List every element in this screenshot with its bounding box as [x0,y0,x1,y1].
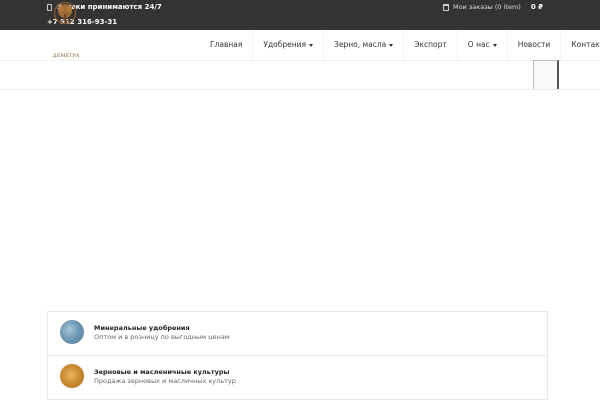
category-subtitle: Оптом и в розницу по выгодным ценам [94,333,230,341]
category-card-grain[interactable]: Зерновые и масленичные культуры Продажа … [48,356,547,399]
logo[interactable] [48,1,82,31]
category-card-fertilizers[interactable]: Минеральные удобрения Оптом и в розницу … [48,312,547,356]
cart-icon [442,3,449,11]
cart-label: Мои заказы (0 item) [452,3,521,11]
top-bar: Заявки принимаются 24/7 +7 912 316-93-31… [0,0,600,30]
nav-item-contacts[interactable]: Контакты [560,30,600,60]
nav-item-label: Новости [517,40,551,49]
category-title: Зерновые и масленичные культуры [94,368,230,376]
nav-item-fertilizers[interactable]: Удобрения [252,30,323,60]
nav-item-label: Экспорт [414,40,447,49]
main-nav: Главная Удобрения Зерно, масла Экспорт О… [200,30,600,60]
caret-down-icon [389,44,394,47]
fertilizer-image [60,320,84,344]
nav-item-export[interactable]: Экспорт [403,30,457,60]
logo-text: ДЕМЕТРА [52,53,80,59]
nav-item-news[interactable]: Новости [506,30,561,60]
nav-item-label: О нас [467,40,490,49]
nav-item-label: Удобрения [263,40,307,49]
search-toggle-button[interactable] [533,60,559,90]
nav-item-grain-oils[interactable]: Зерно, масла [323,30,403,60]
caret-down-icon [492,44,497,47]
header-divider [0,89,600,90]
grain-image [60,364,84,388]
nav-item-home[interactable]: Главная [200,30,252,60]
nav-item-about[interactable]: О нас [456,30,507,60]
category-list: Минеральные удобрения Оптом и в розницу … [47,311,548,400]
nav-item-label: Контакты [571,40,600,49]
nav-item-label: Главная [210,40,243,49]
category-subtitle: Продажа зерновых и масличных культур [94,377,236,385]
cart-link[interactable]: Мои заказы (0 item) 0 ₽ [442,3,543,11]
caret-down-icon [309,44,314,47]
nav-item-label: Зерно, масла [334,40,387,49]
cart-total: 0 ₽ [530,3,543,11]
category-title: Минеральные удобрения [94,324,190,332]
